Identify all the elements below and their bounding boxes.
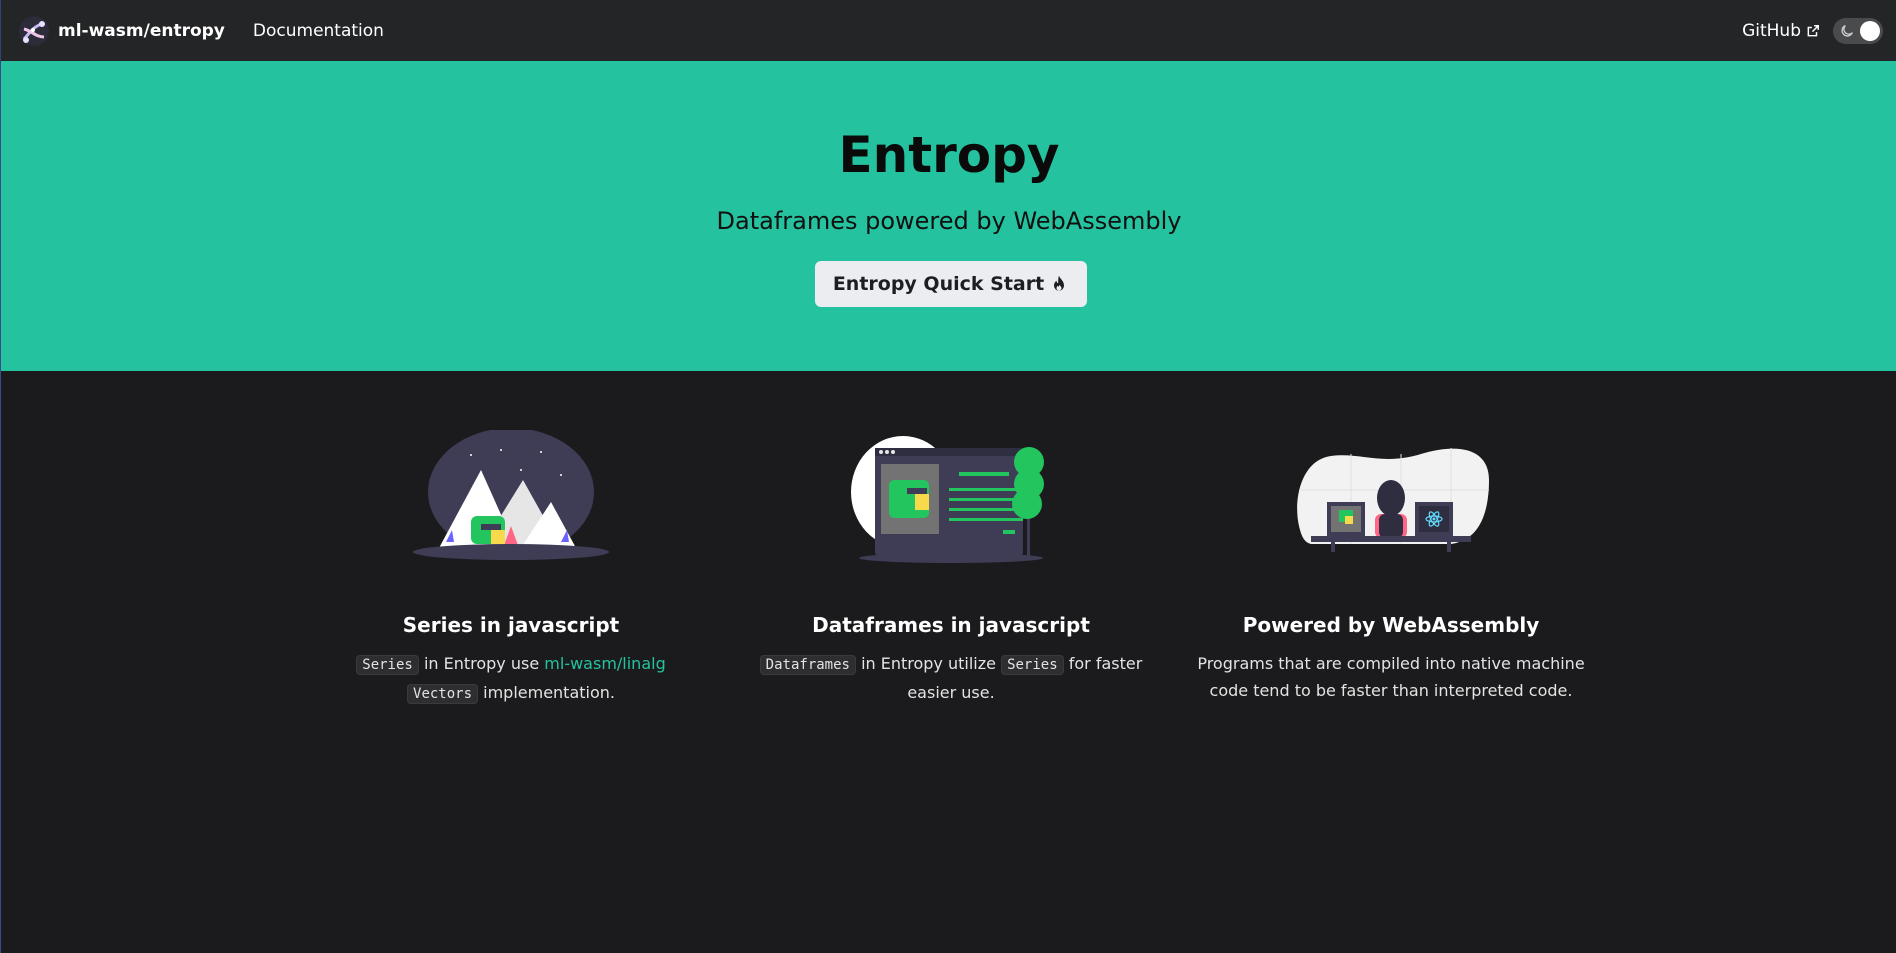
- feature-description: Series in Entropy use ml-wasm/linalg Vec…: [311, 650, 711, 708]
- moon-icon: [1841, 24, 1853, 37]
- feature-title: Powered by WebAssembly: [1242, 613, 1540, 637]
- external-link-icon: [1807, 24, 1819, 36]
- nav-link-documentation[interactable]: Documentation: [253, 21, 384, 41]
- toggle-knob: [1860, 20, 1880, 41]
- feature-description: Dataframes in Entropy utilize Series for…: [751, 650, 1151, 706]
- code-vectors: Vectors: [407, 684, 479, 704]
- hero-banner: Entropy Dataframes powered by WebAssembl…: [1, 61, 1896, 371]
- brand-link[interactable]: ml-wasm/entropy: [18, 15, 225, 47]
- feature-title: Dataframes in javascript: [812, 613, 1090, 637]
- feature-text-part: in Entropy use: [423, 654, 540, 673]
- linalg-link[interactable]: ml-wasm/linalg: [544, 654, 665, 673]
- feature-title: Series in javascript: [402, 613, 620, 637]
- browser-dinosaur-illustration: [851, 436, 1044, 563]
- navbar-right: GitHub: [1742, 17, 1883, 44]
- quick-start-label: Entropy Quick Start: [832, 273, 1045, 295]
- feature-dataframes: Dataframes in javascript Dataframes in E…: [751, 430, 1151, 706]
- feature-series: Series in javascript Series in Entropy u…: [311, 430, 711, 708]
- feature-webassembly: Powered by WebAssembly Programs that are…: [1191, 430, 1591, 704]
- feature-description: Programs that are compiled into native m…: [1197, 654, 1585, 700]
- feature-text-part: in Entropy utilize: [861, 654, 996, 673]
- developer-monitors-illustration: [1297, 448, 1489, 552]
- navbar: ml-wasm/entropy Documentation GitHub: [1, 0, 1896, 61]
- code-series: Series: [1001, 655, 1064, 675]
- quick-start-button[interactable]: Entropy Quick Start: [815, 261, 1087, 307]
- mountains-dinosaur-illustration: [413, 430, 609, 560]
- github-link[interactable]: GitHub: [1742, 21, 1820, 41]
- github-label: GitHub: [1742, 20, 1801, 41]
- fire-icon: [1054, 275, 1065, 291]
- brand-title: ml-wasm/entropy: [58, 20, 225, 41]
- hero-title: Entropy: [838, 126, 1060, 184]
- feature-text-part: implementation.: [483, 683, 615, 702]
- dna-logo-icon: [19, 15, 49, 46]
- code-dataframes: Dataframes: [759, 655, 856, 675]
- code-series: Series: [356, 655, 419, 675]
- theme-toggle[interactable]: [1833, 17, 1883, 44]
- hero-subtitle: Dataframes powered by WebAssembly: [716, 207, 1182, 235]
